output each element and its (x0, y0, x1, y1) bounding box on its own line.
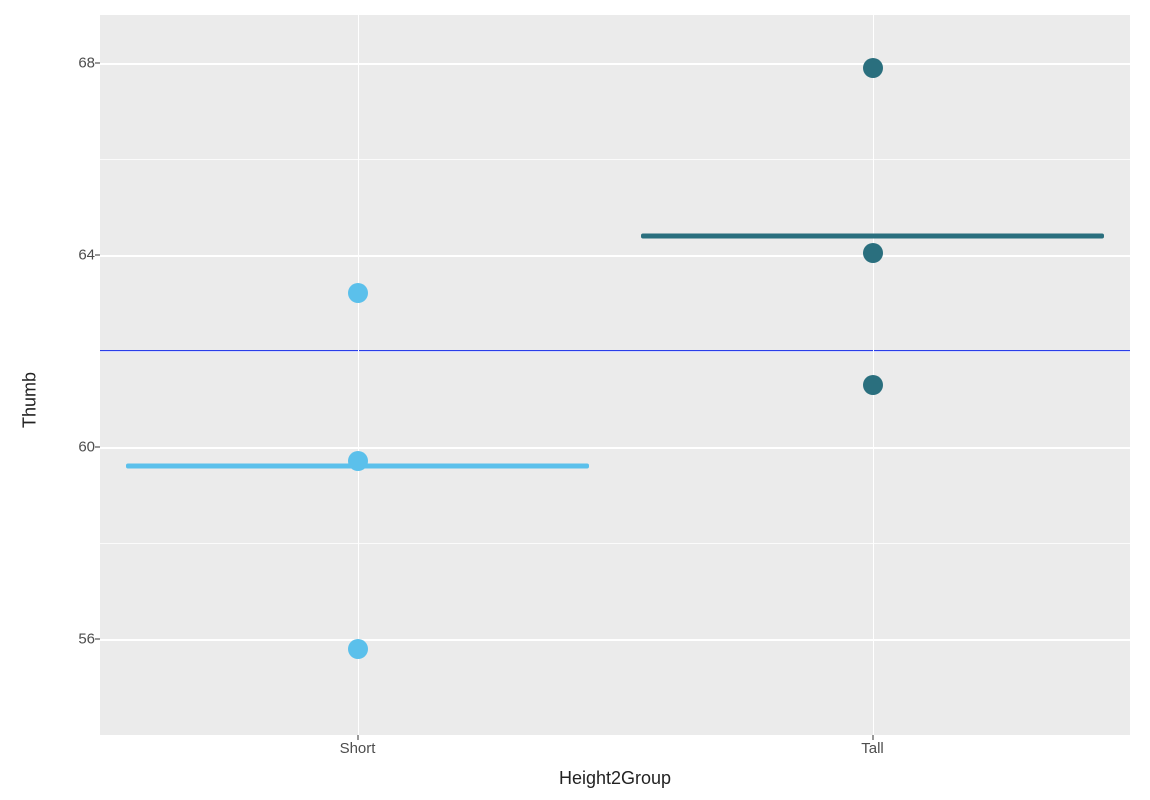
gridline-h-minor (100, 351, 1130, 352)
group-mean-line (641, 233, 1105, 238)
y-tick-label: 60 (78, 439, 95, 456)
data-point (348, 639, 368, 659)
x-tick-label: Tall (861, 740, 884, 757)
x-axis-label: Height2Group (559, 768, 671, 789)
y-tick-label: 56 (78, 631, 95, 648)
gridline-h (100, 63, 1130, 65)
y-tick-label: 68 (78, 55, 95, 72)
plot-area (100, 15, 1130, 735)
data-point (348, 283, 368, 303)
gridline-h (100, 447, 1130, 449)
data-point (348, 451, 368, 471)
gridline-h-minor (100, 543, 1130, 544)
gridline-h (100, 255, 1130, 257)
gridline-v (358, 15, 360, 735)
chart-container: Thumb Height2Group 56 60 64 68 Short Tall (0, 0, 1150, 800)
x-tick-label: Short (340, 740, 376, 757)
y-tick-label: 64 (78, 247, 95, 264)
gridline-h-minor (100, 159, 1130, 160)
data-point (863, 58, 883, 78)
gridline-h-minor (100, 735, 1130, 736)
data-point (863, 243, 883, 263)
y-axis-label: Thumb (20, 372, 41, 428)
gridline-h (100, 639, 1130, 641)
data-point (863, 375, 883, 395)
